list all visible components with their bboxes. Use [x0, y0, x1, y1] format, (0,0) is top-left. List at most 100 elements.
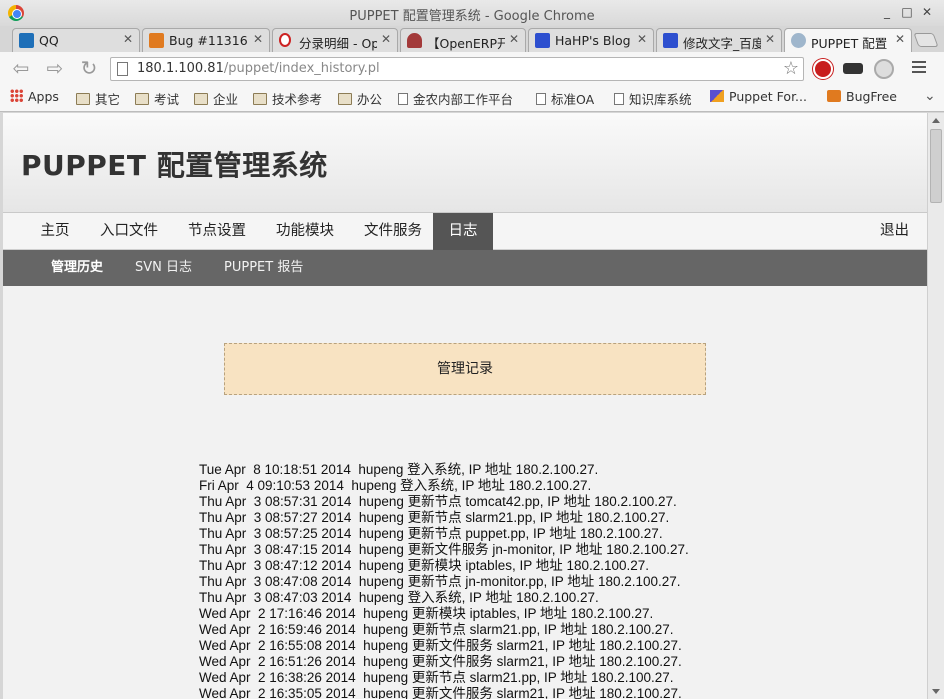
bookmarks-overflow-chevron-icon[interactable]: ⌄: [924, 88, 936, 104]
tab-baidu[interactable]: 修改文字_百度 ✕: [656, 28, 782, 52]
folder-icon: [338, 93, 352, 105]
bookmark-standard-oa[interactable]: 标准OA: [536, 89, 594, 107]
maximize-icon[interactable]: □: [900, 4, 914, 20]
scrollbar-thumb[interactable]: [930, 129, 942, 203]
tab-close-icon[interactable]: ✕: [509, 32, 519, 46]
log-entry: Thu Apr 3 08:57:25 2014 hupeng 更新节点 pupp…: [199, 526, 663, 541]
bookmark-folder-enterprise[interactable]: 企业: [194, 89, 238, 107]
browser-toolbar: ⇦ ⇨ ↻ 180.1.100.81/puppet/index_history.…: [0, 52, 944, 84]
sub-nav: 管理历史 SVN 日志 PUPPET 报告: [3, 250, 927, 286]
url-text[interactable]: 180.1.100.81/puppet/index_history.pl: [137, 61, 380, 76]
bugfree-favicon-icon: [149, 33, 164, 48]
nav-node-settings[interactable]: 节点设置: [179, 213, 255, 250]
tab-openerp[interactable]: 【OpenERP开 ✕: [400, 28, 526, 52]
opera-favicon-icon: [279, 33, 291, 47]
incognito-mask-icon[interactable]: [843, 63, 863, 74]
folder-icon: [135, 93, 149, 105]
bookmarks-bar: Apps 其它 考试 企业 技术参考 办公 金农内部工作平台 标准OA 知识库系…: [0, 84, 944, 112]
tab-qq[interactable]: QQ ✕: [12, 28, 140, 52]
bookmark-label: 办公: [357, 92, 383, 107]
log-entry: Wed Apr 2 16:55:08 2014 hupeng 更新文件服务 sl…: [199, 638, 682, 653]
nav-entry-file[interactable]: 入口文件: [91, 213, 167, 250]
bookmark-apps[interactable]: Apps: [10, 89, 59, 107]
bookmark-internal-platform[interactable]: 金农内部工作平台: [398, 89, 513, 107]
log-entry: Thu Apr 3 08:47:08 2014 hupeng 更新节点 jn-m…: [199, 574, 681, 589]
nav-home[interactable]: 主页: [27, 213, 83, 250]
back-arrow-icon[interactable]: ⇦: [10, 57, 32, 79]
log-entry: Tue Apr 8 10:18:51 2014 hupeng 登入系统, IP …: [199, 462, 599, 477]
url-path: /puppet/index_history.pl: [223, 61, 380, 76]
qq-favicon-icon: [19, 33, 34, 48]
page-viewport: PUPPET 配置管理系统 主页 入口文件 节点设置 功能模块 文件服务 日志 …: [3, 113, 927, 699]
minimize-icon[interactable]: _: [880, 4, 894, 20]
bookmark-knowledge-base[interactable]: 知识库系统: [614, 89, 692, 107]
bookmark-label: 知识库系统: [629, 92, 692, 107]
logout-link[interactable]: 退出: [880, 213, 909, 250]
tab-close-icon[interactable]: ✕: [895, 32, 905, 46]
baidu-favicon-icon: [663, 33, 678, 48]
bookmark-folder-other[interactable]: 其它: [76, 89, 120, 107]
tab-close-icon[interactable]: ✕: [253, 32, 263, 46]
bookmark-star-icon[interactable]: ☆: [783, 58, 799, 79]
adblock-extension-icon[interactable]: [813, 59, 833, 79]
tab-puppet-active[interactable]: PUPPET 配置 ✕: [784, 28, 912, 53]
page-icon: [614, 93, 624, 105]
page-icon: [117, 62, 128, 76]
tab-close-icon[interactable]: ✕: [123, 32, 133, 46]
tab-hahp-blog[interactable]: HaHP's Blog ✕: [528, 28, 654, 52]
puppet-icon: [710, 90, 724, 102]
scroll-up-arrow-icon[interactable]: [932, 118, 940, 123]
tab-label: 【OpenERP开: [427, 36, 505, 51]
openerp-favicon-icon: [407, 33, 422, 48]
reload-icon[interactable]: ↻: [78, 57, 100, 79]
folder-icon: [253, 93, 267, 105]
log-list: Tue Apr 8 10:18:51 2014 hupeng 登入系统, IP …: [199, 462, 899, 699]
bookmark-label: 企业: [213, 92, 239, 107]
bookmark-label: 金农内部工作平台: [413, 92, 514, 107]
bookmark-label: 标准OA: [551, 92, 595, 107]
subnav-admin-history-active[interactable]: 管理历史: [51, 250, 103, 286]
forward-arrow-icon[interactable]: ⇨: [44, 57, 66, 79]
page-scrollbar[interactable]: [927, 113, 944, 699]
globe-favicon-icon: [791, 33, 806, 48]
bugfree-icon: [827, 90, 841, 102]
bookmark-folder-exam[interactable]: 考试: [135, 89, 179, 107]
bookmark-label: BugFree: [846, 89, 897, 104]
scroll-down-arrow-icon[interactable]: [932, 689, 940, 694]
log-entry: Wed Apr 2 16:51:26 2014 hupeng 更新文件服务 sl…: [199, 654, 682, 669]
bookmark-label: Puppet For...: [729, 89, 807, 104]
bookmark-bugfree[interactable]: BugFree: [827, 89, 897, 107]
extension-badge-icon[interactable]: [874, 59, 894, 79]
log-entry: Fri Apr 4 09:10:53 2014 hupeng 登入系统, IP …: [199, 478, 592, 493]
bookmark-label: 技术参考: [272, 92, 323, 107]
log-entry: Wed Apr 2 16:59:46 2014 hupeng 更新节点 slar…: [199, 622, 674, 637]
paw-favicon-icon: [535, 33, 550, 48]
tab-close-icon[interactable]: ✕: [765, 32, 775, 46]
tab-openerp-ledger[interactable]: 分录明细 - Op ✕: [272, 28, 398, 52]
tab-label: 分录明细 - Op: [299, 36, 377, 51]
log-entry: Thu Apr 3 08:47:12 2014 hupeng 更新模块 ipta…: [199, 558, 650, 573]
window-title: PUPPET 配置管理系统 - Google Chrome: [349, 9, 595, 24]
tab-close-icon[interactable]: ✕: [381, 32, 391, 46]
site-title: PUPPET 配置管理系统: [21, 149, 328, 182]
page-icon: [536, 93, 546, 105]
bookmark-folder-tech[interactable]: 技术参考: [253, 89, 322, 107]
nav-log-active[interactable]: 日志: [433, 213, 493, 250]
main-nav: 主页 入口文件 节点设置 功能模块 文件服务 日志 退出: [3, 213, 927, 250]
bookmark-folder-office[interactable]: 办公: [338, 89, 382, 107]
nav-file-service[interactable]: 文件服务: [355, 213, 431, 250]
subnav-puppet-report[interactable]: PUPPET 报告: [224, 250, 303, 286]
address-bar[interactable]: 180.1.100.81/puppet/index_history.pl ☆: [110, 57, 804, 81]
new-tab-button[interactable]: [913, 33, 939, 47]
tab-close-icon[interactable]: ✕: [637, 32, 647, 46]
folder-icon: [194, 93, 208, 105]
tab-bug[interactable]: Bug #11316 ✕: [142, 28, 270, 52]
chrome-menu-icon[interactable]: [912, 61, 926, 75]
folder-icon: [76, 93, 90, 105]
close-window-icon[interactable]: ✕: [920, 4, 934, 20]
bookmark-label: 其它: [95, 92, 121, 107]
log-entry: Wed Apr 2 16:35:05 2014 hupeng 更新文件服务 sl…: [199, 686, 682, 699]
bookmark-puppet-forge[interactable]: Puppet For...: [710, 89, 807, 107]
nav-modules[interactable]: 功能模块: [267, 213, 343, 250]
subnav-svn-log[interactable]: SVN 日志: [135, 250, 192, 286]
